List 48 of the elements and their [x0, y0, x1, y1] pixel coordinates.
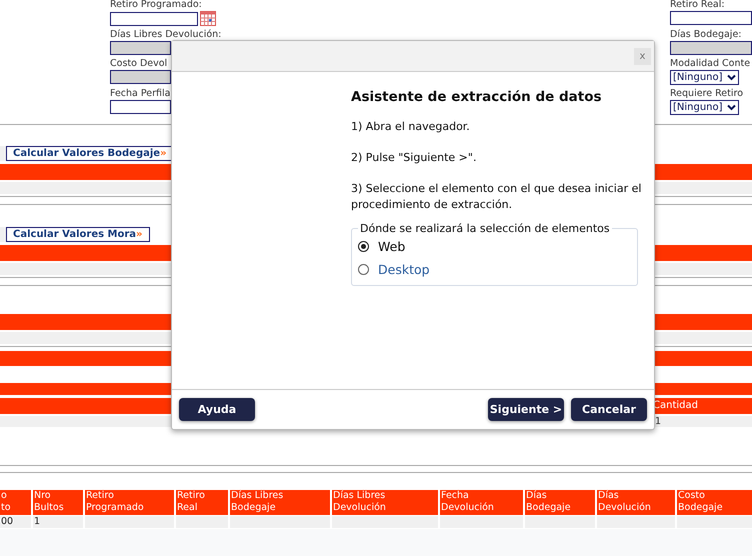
calendar-icon[interactable] — [200, 11, 216, 26]
field-label: Requiere Retiro — [670, 88, 744, 98]
column-header: Días Devolución — [597, 490, 675, 515]
next-button[interactable]: Siguiente > — [488, 398, 564, 421]
field-label: Retiro Programado: — [110, 0, 202, 10]
text-field[interactable] — [670, 40, 752, 54]
chevron-icon — [726, 74, 736, 81]
radio-button[interactable] — [358, 264, 369, 275]
help-button[interactable]: Ayuda — [179, 398, 255, 421]
date-field[interactable] — [110, 12, 198, 26]
field-label: Días Bodegaje: — [670, 28, 742, 40]
text-field[interactable] — [110, 70, 171, 84]
instruction-text: 1) Abra el navegador. — [351, 119, 471, 135]
calculate-button[interactable]: Calcular Valores Mora» — [6, 227, 150, 242]
text-field[interactable] — [670, 11, 752, 25]
field-label: Retiro Real: — [670, 0, 725, 10]
column-header: Días Bodegaje — [525, 490, 595, 515]
select-field[interactable]: [Ninguno] — [670, 100, 739, 114]
column-header: o to — [0, 490, 31, 515]
text-field[interactable] — [110, 40, 171, 54]
select-field[interactable]: [Ninguno] — [670, 70, 739, 85]
dialog-title: Asistente de extracción de datos — [351, 89, 603, 105]
table-cell: 1 — [33, 516, 83, 528]
chevron-icon — [726, 104, 736, 110]
option-label[interactable]: Desktop — [378, 262, 430, 277]
table-cell — [176, 516, 228, 528]
column-header: Fecha Devolución — [440, 490, 523, 515]
field-label: Costo Devol — [110, 58, 168, 69]
table-cell: 00 — [0, 516, 31, 528]
field-label: Fecha Perfila — [110, 88, 170, 98]
field-label: Días Libres Devolución: — [110, 28, 222, 40]
option-label[interactable]: Web — [378, 239, 406, 254]
table-cell: 1 — [655, 416, 662, 427]
group-label: Dónde se realizará la selección de elementos — [359, 222, 611, 235]
calculate-button[interactable]: Calcular Valores Bodegaje» — [6, 146, 174, 161]
cancel-button[interactable]: Cancelar — [571, 398, 647, 421]
instruction-text: 3) Seleccione el elemento con el que desea iniciar el procedimiento de extracción. — [351, 181, 642, 213]
column-header: Costo Bodegaje — [677, 490, 752, 515]
column-header: Días Libres Devolución — [332, 490, 438, 515]
text-field[interactable] — [110, 100, 171, 114]
column-header: Retiro Real — [176, 490, 228, 515]
column-header: Nro Bultos — [33, 490, 83, 515]
column-header: Días Libres Bodegaje — [230, 490, 330, 515]
field-label: Modalidad Conte — [670, 58, 750, 69]
column-header: Retiro Programado — [85, 490, 174, 515]
instruction-text: 2) Pulse "Siguiente >". — [351, 150, 478, 166]
radio-button[interactable] — [358, 241, 369, 252]
table-cell — [525, 516, 595, 528]
